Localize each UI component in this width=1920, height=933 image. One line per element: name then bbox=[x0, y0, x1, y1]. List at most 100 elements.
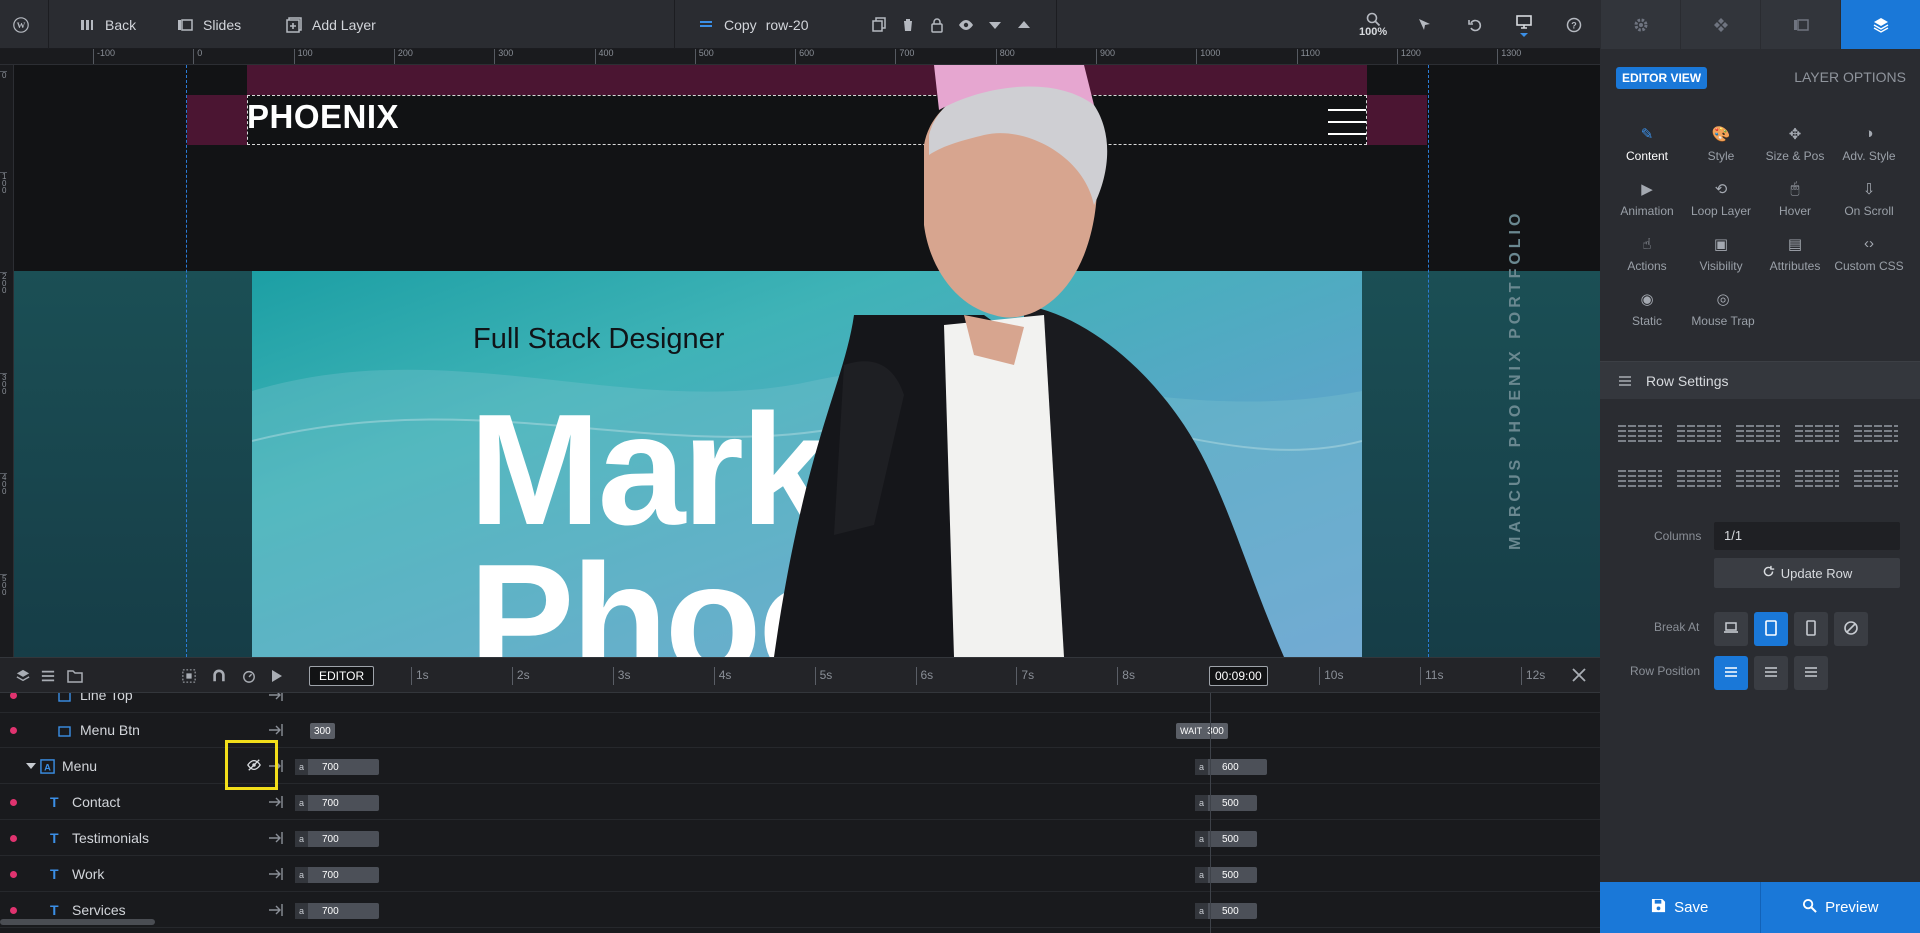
arrow-to-end-icon[interactable] bbox=[268, 903, 284, 917]
arrow-to-end-icon[interactable] bbox=[268, 795, 284, 809]
save-button[interactable]: Save bbox=[1600, 882, 1760, 933]
column-layout-option[interactable] bbox=[1736, 418, 1780, 448]
option-static[interactable]: ◉ Static bbox=[1610, 290, 1684, 328]
column-layout-option[interactable] bbox=[1854, 418, 1898, 448]
column-layout-option[interactable] bbox=[1618, 418, 1662, 448]
layer-row[interactable]: T Services a 700 a 500 bbox=[0, 892, 1600, 928]
eye-slash-icon[interactable] bbox=[247, 758, 261, 775]
layer-row[interactable]: T Testimonials a 700 a 500 bbox=[0, 820, 1600, 856]
portrait-image[interactable] bbox=[724, 65, 1364, 657]
layer-status-dot[interactable] bbox=[10, 907, 17, 914]
column-layout-option[interactable] bbox=[1736, 463, 1780, 493]
update-row-button[interactable]: Update Row bbox=[1714, 558, 1900, 588]
break-desktop-button[interactable] bbox=[1714, 612, 1748, 646]
option-actions[interactable]: ☝ Actions bbox=[1610, 235, 1684, 273]
duplicate-icon[interactable] bbox=[870, 16, 888, 34]
close-timeline-icon[interactable] bbox=[1571, 667, 1589, 685]
layer-status-dot[interactable] bbox=[10, 871, 17, 878]
tab-slide-options[interactable] bbox=[1760, 0, 1840, 49]
caret-up-icon[interactable] bbox=[1015, 16, 1033, 34]
play-icon[interactable] bbox=[268, 667, 286, 685]
layer-row[interactable]: Line Top bbox=[0, 693, 1600, 713]
option-loop-layer[interactable]: ⟲ Loop Layer bbox=[1684, 180, 1758, 218]
option-on-scroll[interactable]: ⇩ On Scroll bbox=[1832, 180, 1906, 218]
folder-icon[interactable] bbox=[66, 667, 84, 685]
column-layout-option[interactable] bbox=[1854, 463, 1898, 493]
option-visibility[interactable]: ▣ Visibility bbox=[1684, 235, 1758, 273]
eye-icon[interactable] bbox=[957, 16, 975, 34]
column-layout-option[interactable] bbox=[1677, 463, 1721, 493]
preview-button[interactable]: Preview bbox=[1759, 882, 1920, 933]
start-timing-segment[interactable]: a 700 bbox=[295, 867, 379, 883]
collapse-caret-icon[interactable] bbox=[26, 763, 36, 769]
column-layout-option[interactable] bbox=[1618, 463, 1662, 493]
row-settings-header[interactable]: Row Settings bbox=[1600, 361, 1920, 399]
option-adv-style[interactable]: ◑ Adv. Style bbox=[1832, 125, 1906, 163]
row-position-bottom-button[interactable] bbox=[1794, 656, 1828, 690]
option-hover[interactable]: 🖱 Hover bbox=[1758, 180, 1832, 218]
option-animation[interactable]: ▶ Animation bbox=[1610, 180, 1684, 218]
option-content[interactable]: ✎ Content bbox=[1610, 125, 1684, 163]
visibility-toggle-highlight[interactable] bbox=[225, 740, 278, 790]
option-custom-css[interactable]: ‹› Custom CSS bbox=[1832, 235, 1906, 273]
lock-icon[interactable] bbox=[928, 16, 946, 34]
layer-row[interactable]: T Work a 700 a 500 bbox=[0, 856, 1600, 892]
row-position-top-button[interactable] bbox=[1714, 656, 1748, 690]
magnet-icon[interactable] bbox=[210, 667, 228, 685]
end-timing-segment[interactable]: a 500 bbox=[1195, 831, 1257, 847]
option-attributes[interactable]: ▤ Attributes bbox=[1758, 235, 1832, 273]
horizontal-scrollbar[interactable] bbox=[0, 919, 155, 925]
current-time-tag[interactable]: 00:09:00 bbox=[1209, 666, 1268, 686]
back-button[interactable]: Back bbox=[78, 0, 136, 49]
layer-status-dot[interactable] bbox=[10, 799, 17, 806]
column-layout-option[interactable] bbox=[1677, 418, 1721, 448]
arrow-to-end-icon[interactable] bbox=[268, 867, 284, 881]
playhead-line[interactable] bbox=[1210, 693, 1211, 933]
select-tool-button[interactable] bbox=[1416, 0, 1434, 49]
break-mobile-button[interactable] bbox=[1794, 612, 1828, 646]
column-layout-option[interactable] bbox=[1795, 418, 1839, 448]
start-timing-segment[interactable]: a 700 bbox=[295, 831, 379, 847]
editor-view-button[interactable]: EDITOR VIEW bbox=[1616, 67, 1708, 89]
tab-layer-options[interactable] bbox=[1840, 0, 1920, 49]
end-timing-segment[interactable]: a 500 bbox=[1195, 903, 1257, 919]
editor-mode-tag[interactable]: EDITOR bbox=[309, 666, 375, 686]
help-button[interactable]: ? bbox=[1565, 0, 1583, 49]
layer-status-dot[interactable] bbox=[10, 727, 17, 734]
break-none-button[interactable] bbox=[1834, 612, 1868, 646]
trash-icon[interactable] bbox=[899, 16, 917, 34]
arrow-to-end-icon[interactable] bbox=[268, 693, 284, 702]
layers-stack-icon[interactable] bbox=[14, 667, 32, 685]
end-timing-chip[interactable]: WAIT 300 bbox=[1176, 723, 1228, 739]
layer-status-dot[interactable] bbox=[10, 835, 17, 842]
zoom-control[interactable]: 100% bbox=[1359, 0, 1387, 49]
list-icon[interactable] bbox=[39, 667, 57, 685]
undo-button[interactable] bbox=[1466, 0, 1484, 49]
start-timing-segment[interactable]: a 700 bbox=[295, 759, 379, 775]
tab-settings[interactable] bbox=[1600, 0, 1680, 49]
end-timing-segment[interactable]: a 500 bbox=[1195, 795, 1257, 811]
break-tablet-button[interactable] bbox=[1754, 612, 1788, 646]
columns-input[interactable]: 1/1 bbox=[1714, 522, 1900, 550]
caret-down-icon[interactable] bbox=[986, 16, 1004, 34]
layer-status-dot[interactable] bbox=[10, 693, 17, 699]
site-logo[interactable]: PHOENIX bbox=[247, 98, 399, 136]
start-timing-segment[interactable]: a 700 bbox=[295, 795, 379, 811]
arrow-to-end-icon[interactable] bbox=[268, 723, 284, 737]
selection-grid-icon[interactable] bbox=[180, 667, 198, 685]
tab-addons[interactable] bbox=[1680, 0, 1760, 49]
slide-canvas[interactable]: PHOENIX Full Stack Designer Markus Phoen… bbox=[14, 65, 1600, 657]
start-timing-segment[interactable]: a 700 bbox=[295, 903, 379, 919]
option-mouse-trap[interactable]: ◎ Mouse Trap bbox=[1686, 290, 1760, 328]
row-position-middle-button[interactable] bbox=[1754, 656, 1788, 690]
hero-subtitle[interactable]: Full Stack Designer bbox=[473, 323, 724, 356]
speed-icon[interactable] bbox=[240, 667, 258, 685]
column-layout-option[interactable] bbox=[1795, 463, 1839, 493]
end-timing-segment[interactable]: a 600 bbox=[1195, 759, 1267, 775]
add-layer-button[interactable]: Add Layer bbox=[285, 0, 376, 49]
start-timing-chip[interactable]: 300 bbox=[310, 723, 335, 739]
option-style[interactable]: 🎨 Style bbox=[1684, 125, 1758, 163]
wordpress-logo-button[interactable]: W bbox=[12, 0, 30, 49]
arrow-to-end-icon[interactable] bbox=[268, 831, 284, 845]
slides-button[interactable]: Slides bbox=[176, 0, 241, 49]
